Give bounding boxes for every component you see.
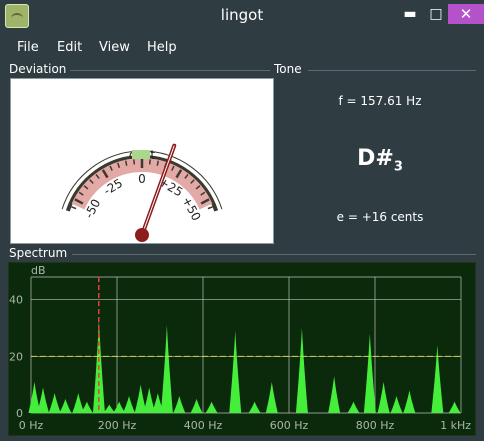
deviation-label: Deviation [7, 62, 69, 76]
spectrum-frame-line [72, 254, 476, 255]
maximize-button[interactable]: □ [428, 6, 444, 22]
deviation-frame-line [70, 70, 270, 71]
note-octave: 3 [393, 159, 403, 175]
db-unit-label: dB [31, 264, 46, 277]
x-tick-label: 200 Hz [98, 419, 137, 432]
tone-note: D#3 [300, 146, 460, 174]
y-tick-label: 20 [9, 350, 23, 363]
gauge-svg: -50 -25 0 +25 +50 cent [61, 143, 223, 242]
tone-frequency: f = 157.61 Hz [338, 94, 422, 108]
close-button[interactable]: ✕ [448, 4, 484, 24]
in-tune-zone [132, 150, 150, 159]
menu-edit[interactable]: Edit [57, 40, 82, 55]
gauge-tick [124, 160, 128, 166]
spectrum-svg: dB 40200 0 Hz 200 Hz 400 Hz 600 Hz 800 Hz 1 k… [9, 264, 471, 432]
menu-file[interactable]: File [17, 40, 39, 55]
tone-frame-line [308, 70, 476, 71]
x-tick-label: 0 Hz [19, 419, 44, 432]
gauge-tick [207, 206, 213, 210]
x-tick-label: 1 kHz [440, 419, 471, 432]
title-bar: lingot ▬ □ ✕ [0, 0, 484, 30]
x-tick-label: 600 Hz [270, 419, 309, 432]
tone-label: Tone [272, 62, 304, 76]
gauge-needle-hub [135, 228, 149, 242]
x-tick-labels: 0 Hz 200 Hz 400 Hz 600 Hz 800 Hz 1 kHz [19, 419, 471, 432]
y-tick-labels: 40200 [9, 294, 23, 420]
menu-view[interactable]: View [99, 40, 130, 55]
minimize-button[interactable]: ▬ [402, 6, 418, 22]
menu-help[interactable]: Help [147, 40, 177, 55]
x-tick-label: 400 Hz [184, 419, 223, 432]
gauge-tick [71, 206, 77, 210]
x-tick-label: 800 Hz [356, 419, 395, 432]
tick-label-zero: 0 [138, 172, 146, 186]
spectrum-area [28, 319, 461, 413]
tone-error: e = +16 cents [336, 210, 424, 224]
deviation-gauge: -50 -25 0 +25 +50 cent [10, 78, 274, 244]
spectrum-plot: dB 40 20 0 0 Hz 200 Hz 400 Hz 600 Hz 800 Hz 1 k… [8, 262, 476, 436]
spectrum-label: Spectrum [7, 246, 70, 260]
y-tick-label: 40 [9, 294, 23, 307]
gauge-tick [156, 160, 160, 166]
menu-bar: File Edit View Help [0, 36, 484, 60]
note-name: D# [357, 146, 394, 171]
